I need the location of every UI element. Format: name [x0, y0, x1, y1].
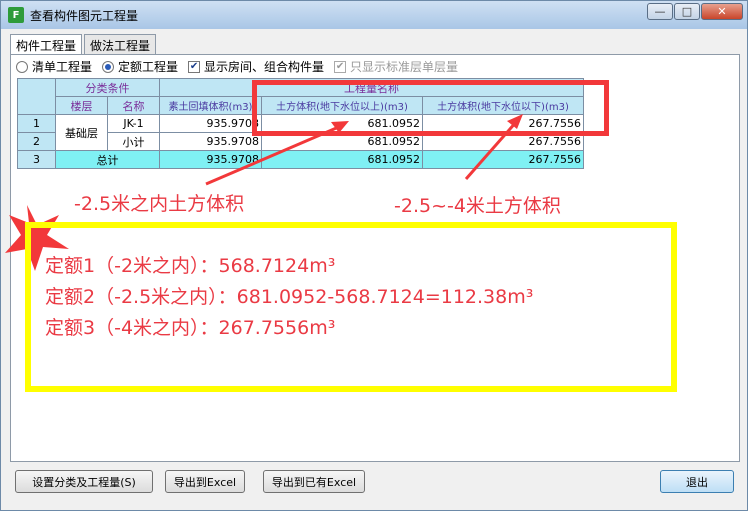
settings-button[interactable]: 设置分类及工程量(S)	[15, 470, 153, 493]
annotation-right-label: -2.5~-4米土方体积	[394, 195, 561, 217]
quota-line-1: 定额1（-2米之内）：568.7124m³	[45, 255, 336, 277]
export-existing-excel-button[interactable]: 导出到已有Excel	[263, 470, 365, 493]
exit-button[interactable]: 退出	[660, 470, 734, 493]
arrow-right	[464, 120, 519, 180]
arrow-right-head	[507, 114, 523, 129]
quantity-window: F 查看构件图元工程量 — □ ✕ 构件工程量 做法工程量 清单工程量 定额工程…	[0, 0, 748, 511]
arrow-left-head	[331, 121, 349, 133]
quota-line-3: 定额3（-4米之内）：267.7556m³	[45, 317, 336, 339]
arrow-left	[205, 124, 342, 186]
quota-line-2: 定额2（-2.5米之内）：681.0952-568.7124=112.38m³	[45, 286, 534, 308]
annotation-left-label: -2.5米之内土方体积	[74, 193, 245, 215]
export-excel-button[interactable]: 导出到Excel	[165, 470, 245, 493]
